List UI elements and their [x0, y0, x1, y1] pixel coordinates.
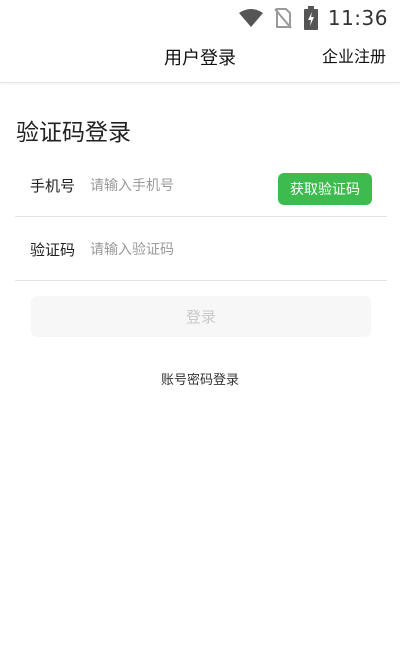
code-row: 验证码 — [15, 216, 387, 281]
get-code-button[interactable]: 获取验证码 — [278, 173, 372, 205]
phone-label: 手机号 — [30, 177, 76, 195]
code-label: 验证码 — [30, 241, 76, 259]
status-icons: 11:36 — [238, 4, 388, 32]
section-title: 验证码登录 — [16, 120, 131, 146]
app-header: 用户登录 企业注册 — [0, 36, 400, 83]
status-bar: 11:36 — [0, 0, 400, 36]
battery-charging-icon — [303, 6, 318, 30]
enterprise-register-link[interactable]: 企业注册 — [322, 36, 386, 78]
no-sim-icon — [274, 7, 292, 29]
code-input[interactable] — [90, 234, 270, 266]
login-button[interactable]: 登录 — [31, 296, 371, 337]
phone-input[interactable] — [90, 170, 270, 202]
phone-row: 手机号 获取验证码 — [15, 152, 387, 217]
status-time: 11:36 — [327, 6, 388, 30]
wifi-icon — [238, 8, 264, 28]
password-login-link[interactable]: 账号密码登录 — [0, 369, 400, 388]
